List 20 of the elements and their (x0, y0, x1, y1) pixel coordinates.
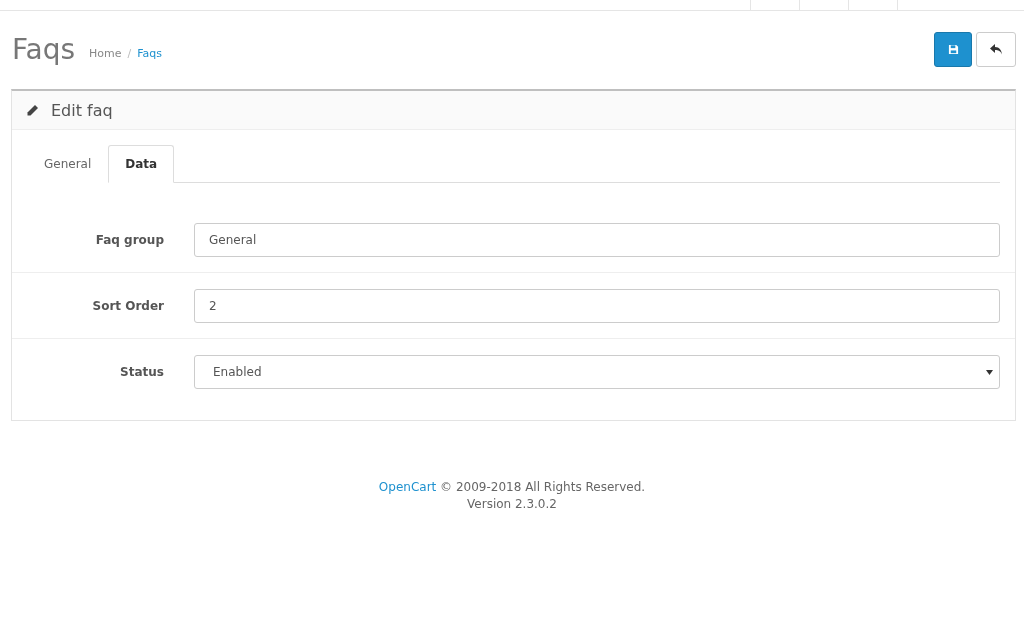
opencart-link[interactable]: OpenCart (378, 480, 437, 494)
reply-arrow-icon (989, 43, 1003, 55)
version-text: Version 2.3.0.2 (466, 496, 558, 513)
field-label: Status (119, 365, 164, 379)
input-field[interactable]: General (194, 223, 1000, 257)
field-label: Faq group (94, 233, 164, 247)
caret-icon (986, 369, 993, 375)
breadcrumb-link[interactable]: Home (89, 46, 122, 60)
panel-title: Edit faq (51, 100, 113, 120)
save-button[interactable] (934, 31, 972, 67)
input-field[interactable]: 2 (194, 289, 1000, 323)
page-title: Faqs (12, 32, 76, 66)
tab[interactable]: Data (108, 145, 175, 183)
copyright-text: OpenCart © 2009-2018 All Rights Reserved. (377, 479, 647, 496)
field-label: Sort Order (91, 299, 164, 313)
breadcrumb-link[interactable]: Faqs (137, 46, 163, 60)
breadcrumb-separator: / (127, 46, 132, 60)
pencil-icon (26, 103, 39, 117)
back-button[interactable] (976, 31, 1016, 67)
status-select[interactable]: Enabled (194, 355, 1000, 389)
